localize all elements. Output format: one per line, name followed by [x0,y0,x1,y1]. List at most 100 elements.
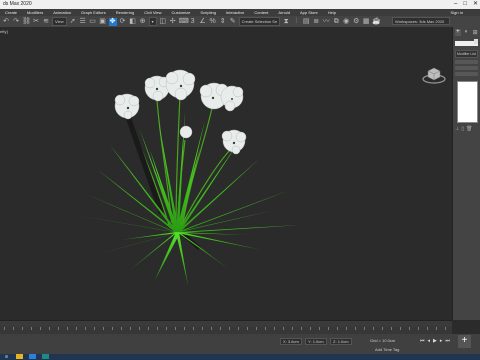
create-tab-icon[interactable]: + [455,29,461,36]
track-tick [112,327,113,330]
object-color-swatch[interactable] [474,39,478,44]
minimize-button[interactable]: – [454,0,457,9]
layer-explorer-icon[interactable]: ≣ [312,18,320,26]
pin-stack-icon[interactable]: ⊥ [455,126,459,132]
close-button[interactable]: ✕ [473,0,478,9]
add-keys-button[interactable]: + [458,335,471,348]
move-icon[interactable]: ✥ [108,17,117,26]
dark-leaves [118,96,201,250]
bind-space-warp-icon[interactable]: ≋ [42,18,50,26]
pivot-center-icon[interactable]: ◫ [159,18,167,26]
rectangle-selection-icon[interactable]: ▭ [89,18,97,26]
unlink-icon[interactable]: ✂ [32,18,40,26]
track-tick [427,327,428,330]
z-coordinate[interactable]: Z: 1.0cm [330,338,352,345]
modifier-row[interactable] [455,72,478,76]
remove-modifier-icon[interactable]: 🗑 [466,126,472,132]
go-to-end-icon[interactable]: ⏭ [445,338,450,344]
scale-icon[interactable]: ◧ [129,18,137,26]
track-tick [166,327,167,330]
track-tick [409,327,410,330]
flower-head [179,125,193,139]
selection-filter-dropdown[interactable]: View [52,17,67,26]
angle-snap-icon[interactable]: ∠ [199,18,207,26]
y-coordinate[interactable]: Y: 1.0cm [305,338,327,345]
menu-app-store[interactable]: App Store [295,9,323,16]
menu-create[interactable]: Create [0,9,22,16]
keyboard-shortcut-icon[interactable]: ⌨ [179,18,189,26]
track-tick [13,327,14,330]
start-icon[interactable]: ⊞ [3,354,10,359]
modify-tab-icon[interactable]: ◐ [464,29,470,36]
perspective-viewport[interactable]: efty] [0,27,452,320]
menu-animation[interactable]: Animation [48,9,76,16]
render-setup-icon[interactable]: ⚙ [352,18,360,26]
track-tick [283,327,284,330]
x-coordinate[interactable]: X: 3.6cm [280,338,302,345]
rendered-frame-icon[interactable]: ▦ [362,18,370,26]
spinner-snap-icon[interactable]: ⇕ [219,18,227,26]
menu-graph-editors[interactable]: Graph Editors [76,9,111,16]
modifier-stack[interactable] [457,81,478,123]
app-icon[interactable] [42,354,49,359]
link-icon[interactable]: ⛓ [22,18,31,26]
menu-arnold[interactable]: Arnold [273,9,295,16]
menu-customize[interactable]: Customize [166,9,195,16]
scene-explorer-icon[interactable]: ▤ [302,18,310,26]
go-to-start-icon[interactable]: ⏮ [420,338,425,344]
curve-editor-icon[interactable]: 〰 [322,18,330,26]
reference-coordinate-dropdown[interactable]: ▾ [148,17,157,26]
schematic-view-icon[interactable]: ⧉ [332,18,340,26]
browser-icon[interactable] [29,354,36,359]
menu-modifiers[interactable]: Modifiers [22,9,48,16]
modifier-list-dropdown[interactable]: Modifier List [455,50,478,58]
menu-interactive[interactable]: Interactive [221,9,249,16]
track-tick [310,327,311,330]
redo-icon[interactable]: ↷ [12,18,20,26]
modifier-row[interactable] [455,60,478,64]
select-by-name-icon[interactable]: ☰ [79,18,87,26]
track-tick [229,327,230,330]
menu-civil-view[interactable]: Civil View [139,9,166,16]
place-icon[interactable]: ⊕ [139,18,147,26]
material-editor-icon[interactable]: ◉ [342,18,350,26]
menu-scripting[interactable]: Scripting [195,9,221,16]
viewcube-icon[interactable] [422,65,446,85]
menu-content[interactable]: Content [249,9,273,16]
hierarchy-tab-icon[interactable]: ⊞ [472,29,478,36]
flower-head [114,93,140,120]
select-object-icon[interactable]: ➚ [69,18,77,26]
modifier-row[interactable] [455,66,478,70]
snaps-toggle-icon[interactable]: 3 [189,18,197,26]
sign-in-link[interactable]: Sign In [446,9,468,16]
show-end-result-icon[interactable]: ▯ [461,126,464,132]
mirror-icon[interactable]: ⧗ [282,18,290,26]
track-tick [121,327,122,330]
window-crossing-icon[interactable]: ▣ [99,18,107,26]
track-tick [184,327,185,330]
file-explorer-icon[interactable] [16,354,23,359]
select-manipulate-icon[interactable]: ✢ [169,18,177,26]
rotate-icon[interactable]: ⟳ [119,18,127,26]
track-tick [265,327,266,330]
track-tick [103,327,104,330]
track-bar[interactable] [0,327,452,334]
menu-help[interactable]: Help [323,9,341,16]
render-icon[interactable]: ☕ [372,18,381,26]
named-selection-set-dropdown[interactable]: Create Selection Se [238,17,281,26]
undo-icon[interactable]: ↶ [2,18,10,26]
play-icon[interactable]: ▶ [433,338,437,344]
track-tick [391,327,392,330]
previous-frame-icon[interactable]: ◂ [428,338,431,344]
percent-snap-icon[interactable]: % [209,18,217,26]
next-frame-icon[interactable]: ▸ [440,338,443,344]
add-time-tag[interactable]: Add Time Tag [375,347,399,352]
maximize-button[interactable]: □ [463,0,467,9]
workspace-dropdown[interactable]: Workspaces: 3ds Max 2020 [392,17,450,25]
align-icon[interactable]: ⫶ [292,18,300,26]
menu-rendering[interactable]: Rendering [111,9,139,16]
edit-named-selection-icon[interactable]: ✎ [229,18,237,26]
track-tick [31,327,32,330]
taskbar: ⊞ [0,354,480,360]
z-label: Z: [333,339,337,344]
